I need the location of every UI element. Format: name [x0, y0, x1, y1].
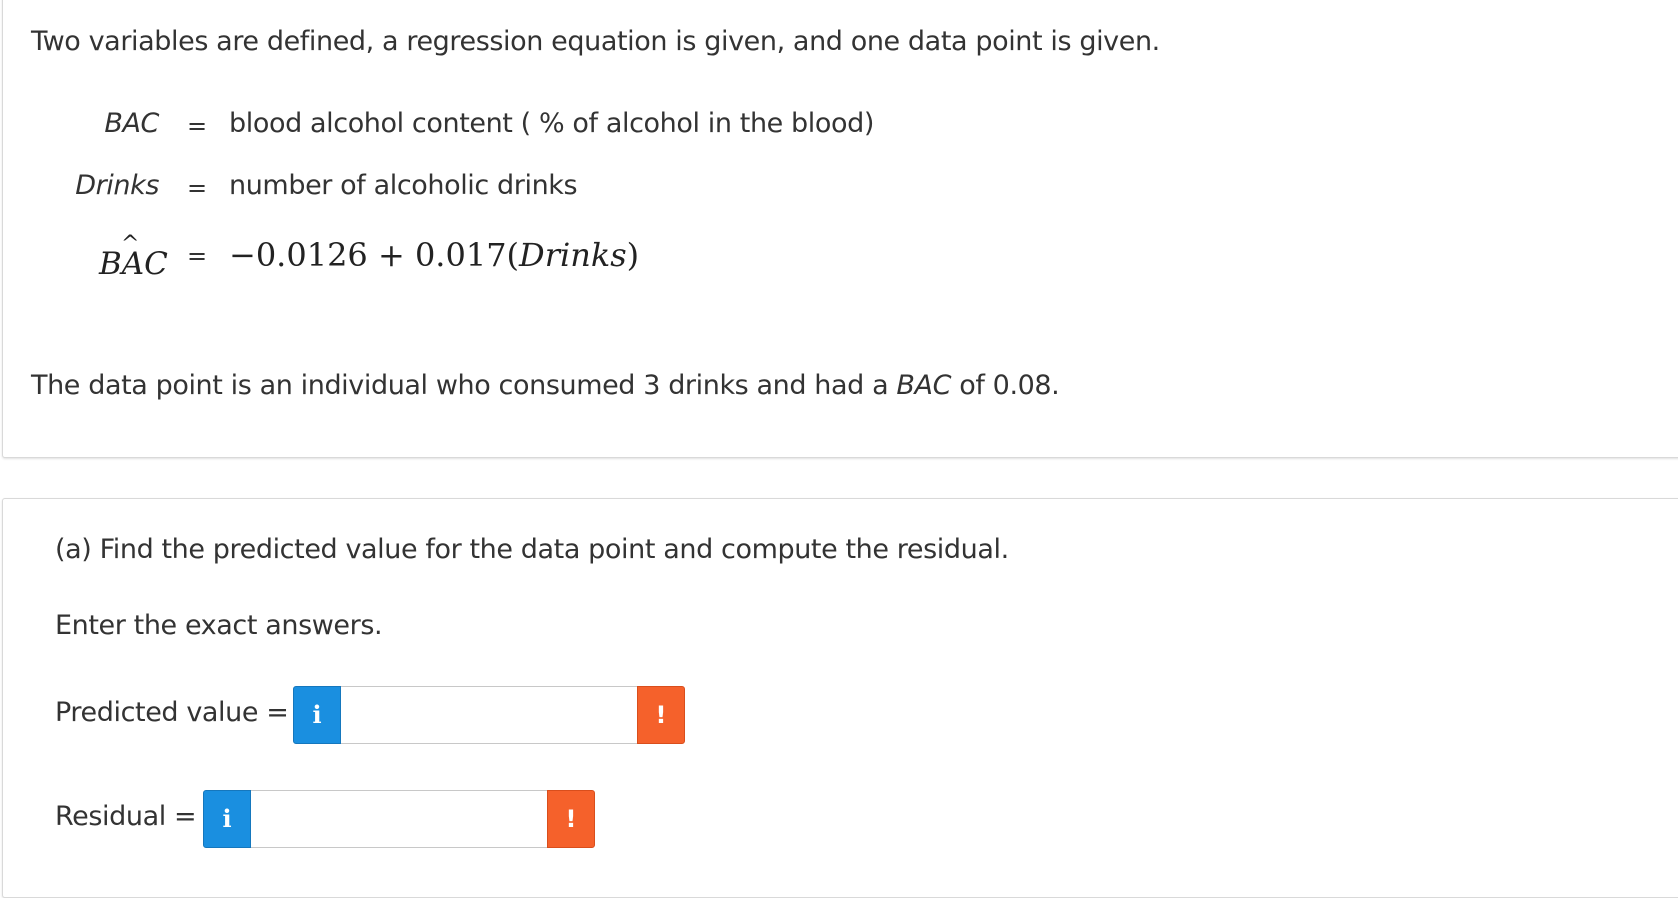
equation-variable: Drinks: [519, 236, 627, 274]
variable-definition-bac: blood alcohol content ( % of alcohol in …: [229, 108, 875, 139]
data-point-prefix: The data point is an individual who cons…: [31, 370, 897, 401]
part-a-question: (a) Find the predicted value for the dat…: [55, 534, 1009, 565]
data-point-text: The data point is an individual who cons…: [31, 369, 1060, 403]
info-icon[interactable]: i: [203, 790, 251, 848]
residual-input[interactable]: [251, 790, 547, 848]
variable-name-drinks: Drinks: [75, 170, 159, 201]
variable-name-bac: BAC: [104, 108, 159, 139]
equation-coefficients: −0.0126 + 0.017(: [229, 236, 520, 274]
predicted-value-answer: i !: [293, 686, 685, 744]
predicted-value-label: Predicted value =: [55, 697, 289, 728]
predicted-value-input[interactable]: [341, 686, 637, 744]
intro-panel: Two variables are defined, a regression …: [2, 0, 1678, 458]
regression-equation: −0.0126 + 0.017(Drinks): [229, 235, 639, 275]
equals-sign: =: [187, 174, 208, 202]
part-a-panel: (a) Find the predicted value for the dat…: [2, 498, 1678, 898]
instruction-text: Enter the exact answers.: [55, 610, 383, 641]
data-point-suffix: of 0.08.: [951, 370, 1060, 401]
warning-icon[interactable]: !: [547, 790, 595, 848]
residual-label: Residual =: [55, 801, 197, 832]
equation-close-paren: ): [626, 236, 640, 274]
intro-text: Two variables are defined, a regression …: [31, 26, 1160, 57]
equals-sign: =: [187, 242, 208, 270]
variable-definition-drinks: number of alcoholic drinks: [229, 170, 578, 201]
equals-sign: =: [187, 112, 208, 140]
info-icon[interactable]: i: [293, 686, 341, 744]
warning-icon[interactable]: !: [637, 686, 685, 744]
data-point-variable: BAC: [896, 370, 952, 401]
predicted-bac-name: BAC: [99, 246, 168, 282]
residual-answer: i !: [203, 790, 595, 848]
